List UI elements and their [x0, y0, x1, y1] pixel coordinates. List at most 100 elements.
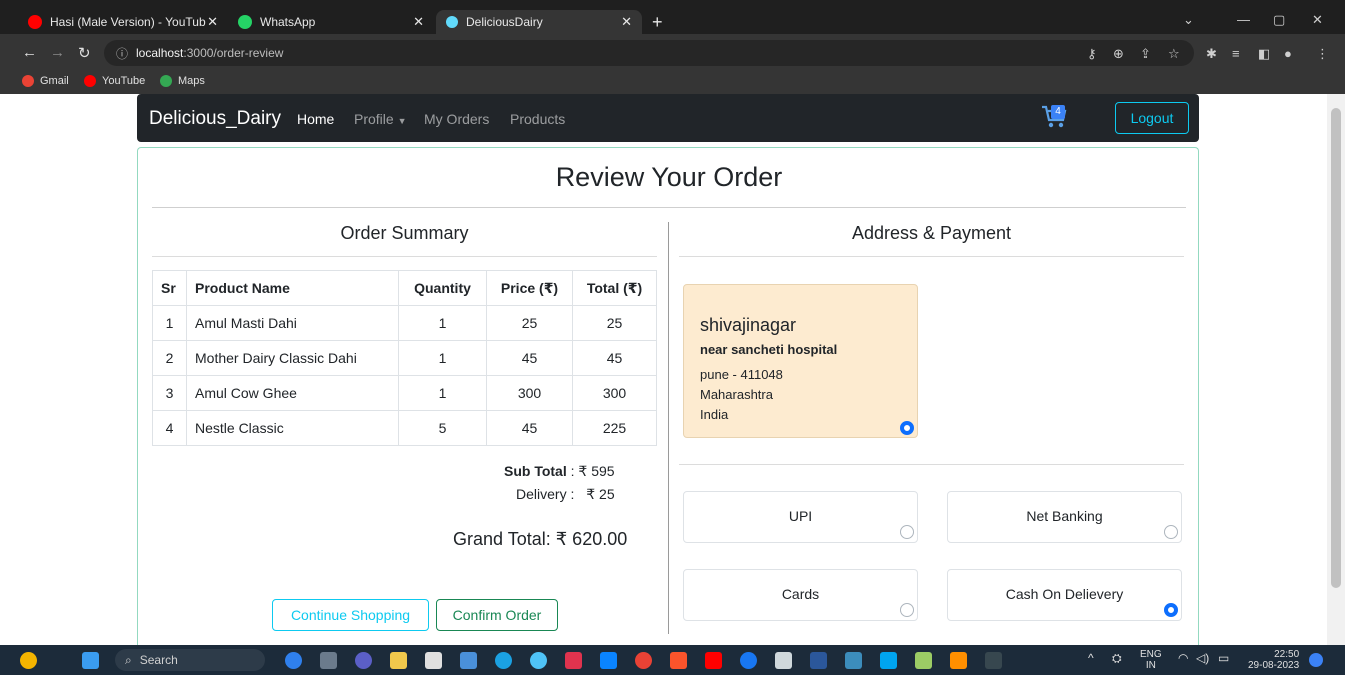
edge-icon[interactable] [495, 652, 512, 669]
order-summary-heading: Order Summary [340, 223, 469, 243]
youtube-app-icon[interactable] [705, 652, 722, 669]
chevron-down-icon[interactable]: ⌄ [1183, 12, 1194, 28]
brave-icon[interactable] [670, 652, 687, 669]
bookmark-label: Maps [178, 75, 205, 87]
tab-label: Hasi (Male Version) - YouTub [50, 15, 206, 29]
close-window-icon[interactable]: ✕ [1312, 12, 1323, 28]
network-icon[interactable]: ⛭ [1112, 652, 1122, 664]
forward-icon[interactable]: → [50, 44, 65, 61]
tab-deliciousdairy[interactable]: DeliciousDairy ✕ [436, 10, 642, 34]
facebook-icon[interactable] [740, 652, 757, 669]
nav-profile-dropdown[interactable]: Profile ▼ [354, 111, 407, 127]
mysql-icon[interactable] [460, 652, 477, 669]
new-tab-button[interactable]: + [652, 12, 663, 33]
nav-home[interactable]: Home [297, 111, 334, 127]
windows-start-icon[interactable] [82, 652, 99, 669]
bookmark-youtube[interactable]: YouTube [84, 75, 145, 87]
url-path: :3000/order-review [183, 46, 284, 60]
payment-label: Net Banking [1026, 508, 1103, 524]
teams-icon[interactable] [355, 652, 372, 669]
tab-whatsapp[interactable]: WhatsApp ✕ [228, 10, 434, 34]
terminal-icon[interactable] [985, 652, 1002, 669]
chrome-icon[interactable] [635, 652, 652, 669]
word-icon[interactable] [810, 652, 827, 669]
address-area: shivajinagar [700, 315, 797, 335]
address-city-pin: pune - 411048 [700, 367, 783, 382]
vlc-icon[interactable] [950, 652, 967, 669]
sidepanel-icon[interactable]: ◧ [1258, 46, 1270, 62]
brand-logo[interactable]: Delicious_Dairy [149, 108, 281, 130]
restore-icon[interactable]: ▢ [1273, 12, 1285, 28]
payment-option-upi[interactable]: UPI [683, 491, 918, 543]
address-card[interactable]: shivajinagar near sancheti hospital pune… [683, 284, 918, 438]
net-banking-radio[interactable] [1164, 525, 1178, 539]
weather-icon[interactable] [20, 652, 37, 669]
queue-icon[interactable]: ≡ [1232, 46, 1240, 61]
lang-bottom: IN [1145, 660, 1156, 671]
key-icon[interactable]: ⚷ [1087, 46, 1097, 62]
task-view-icon[interactable] [320, 652, 337, 669]
app-icon[interactable] [775, 652, 792, 669]
address-payment-heading: Address & Payment [851, 223, 1012, 243]
volume-icon[interactable]: ◁) [1196, 652, 1209, 664]
upi-radio[interactable] [900, 525, 914, 539]
vscode-icon[interactable] [600, 652, 617, 669]
cart-button[interactable]: 4 [1040, 103, 1068, 131]
eclipse-icon[interactable] [530, 652, 547, 669]
back-icon[interactable]: ← [22, 44, 37, 61]
bookmarks-bar: Gmail YouTube Maps [0, 72, 1345, 94]
payment-option-net-banking[interactable]: Net Banking [947, 491, 1182, 543]
close-tab-icon[interactable]: ✕ [413, 14, 424, 30]
reload-icon[interactable]: ↻ [78, 44, 91, 62]
close-tab-icon[interactable]: ✕ [207, 14, 218, 30]
menu-icon[interactable]: ⋮ [1316, 46, 1329, 62]
url-field[interactable]: ⓘ localhost :3000/order-review [104, 40, 1194, 66]
cell-sr: 3 [152, 375, 187, 411]
cell-total: 300 [572, 375, 657, 411]
app-icon[interactable] [880, 652, 897, 669]
cell-price: 25 [486, 305, 573, 341]
store-icon[interactable] [425, 652, 442, 669]
close-tab-icon[interactable]: ✕ [621, 14, 632, 30]
bing-icon[interactable] [285, 652, 302, 669]
delivery-value: ₹ 25 [586, 486, 615, 502]
nav-my-orders[interactable]: My Orders [424, 111, 489, 127]
wifi-icon[interactable]: ◠ [1178, 652, 1188, 664]
battery-icon[interactable]: ▭ [1218, 652, 1229, 664]
app-icon[interactable] [915, 652, 932, 669]
address-radio[interactable] [900, 421, 914, 435]
zoom-icon[interactable]: ⊕ [1113, 46, 1124, 62]
payment-option-cod[interactable]: Cash On Delievery [947, 569, 1182, 621]
bookmark-maps[interactable]: Maps [160, 75, 205, 87]
tab-youtube[interactable]: Hasi (Male Version) - YouTub ✕ [18, 10, 228, 34]
subtotal-label: Sub Total [504, 463, 567, 479]
scrollbar-thumb[interactable] [1331, 108, 1341, 588]
review-card: Review Your Order Order Summary Sr Produ… [137, 147, 1199, 645]
logout-button[interactable]: Logout [1115, 102, 1189, 134]
profile-avatar-icon[interactable]: ● [1284, 46, 1292, 61]
minimize-icon[interactable]: — [1237, 12, 1250, 27]
cards-radio[interactable] [900, 603, 914, 617]
nav-products[interactable]: Products [510, 111, 565, 127]
chevron-up-icon[interactable]: ^ [1088, 652, 1094, 664]
clock[interactable]: 22:50 29-08-2023 [1248, 649, 1299, 671]
file-explorer-icon[interactable] [390, 652, 407, 669]
taskbar-search[interactable]: ⌕ Search [115, 649, 265, 671]
url-host: localhost [136, 46, 184, 60]
bookmark-gmail[interactable]: Gmail [22, 75, 69, 87]
column-divider [668, 222, 669, 634]
share-icon[interactable]: ⇪ [1140, 46, 1151, 62]
payment-option-cards[interactable]: Cards [683, 569, 918, 621]
search-icon: ⌕ [125, 652, 132, 667]
confirm-order-button[interactable]: Confirm Order [436, 599, 558, 631]
continue-shopping-button[interactable]: Continue Shopping [272, 599, 429, 631]
app-icon[interactable] [845, 652, 862, 669]
notification-icon[interactable] [1309, 653, 1323, 667]
mail-icon[interactable] [565, 652, 582, 669]
star-icon[interactable]: ☆ [1168, 46, 1180, 62]
extensions-icon[interactable]: ✱ [1206, 46, 1217, 62]
cod-radio[interactable] [1164, 603, 1178, 617]
language-indicator[interactable]: ENG IN [1140, 649, 1162, 671]
page-scrollbar[interactable] [1327, 94, 1345, 645]
cell-price: 45 [486, 340, 573, 376]
